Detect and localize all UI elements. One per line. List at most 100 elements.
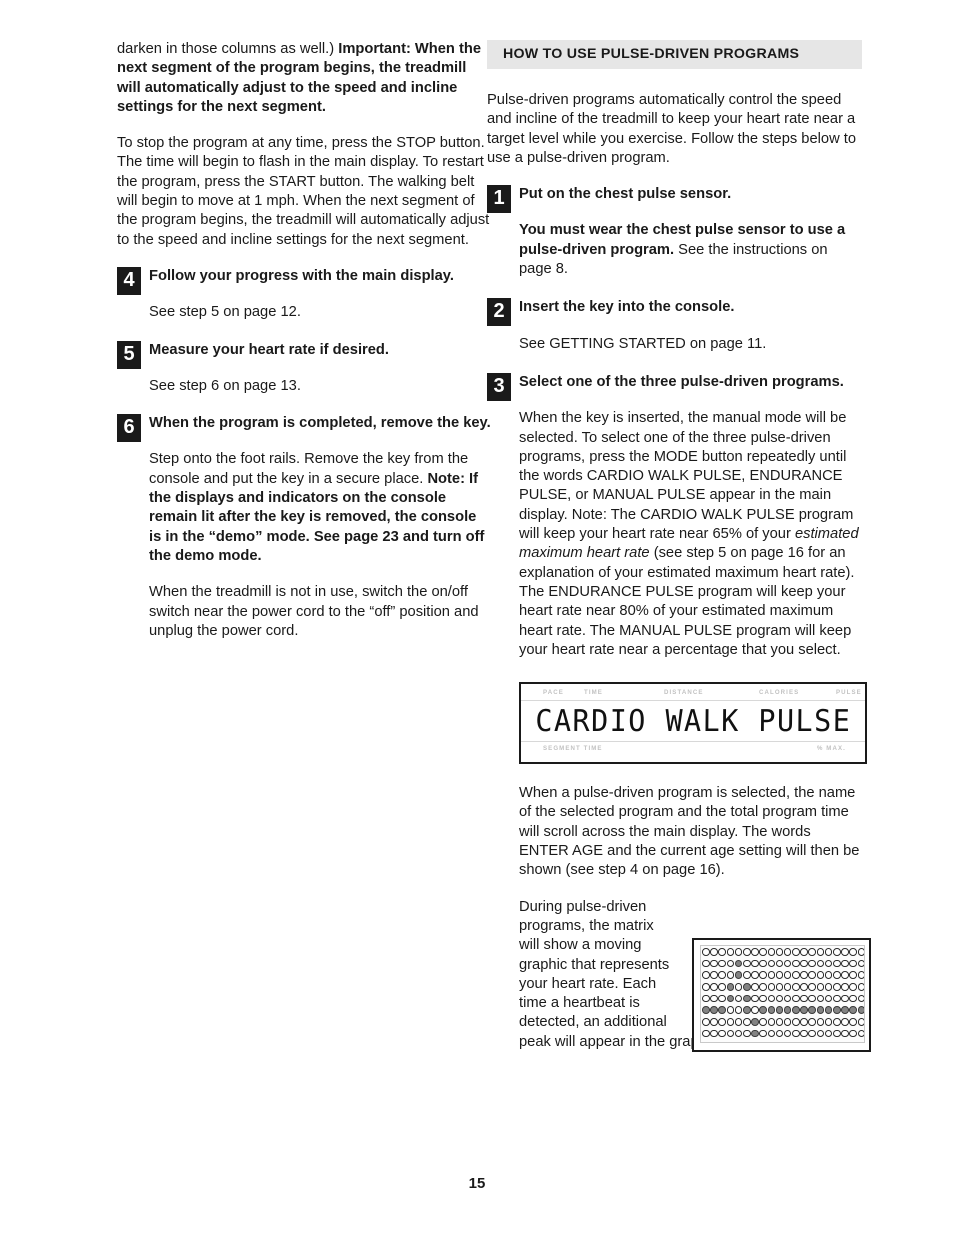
step-3-heading: Select one of the three pulse-driven pro… [519, 373, 844, 390]
step-5-number: 5 [117, 340, 141, 369]
matrix-dot [849, 959, 857, 968]
matrix-dot [726, 948, 735, 956]
matrix-dot [792, 959, 800, 968]
matrix-dot [726, 959, 735, 968]
matrix-dot [841, 983, 849, 991]
matrix-dot [857, 948, 864, 956]
step-2-body: See GETTING STARTED on page 11. [519, 335, 767, 352]
matrix-dot [702, 983, 710, 991]
matrix-dot [841, 1029, 849, 1038]
section-heading-pulse-driven: HOW TO USE PULSE-DRIVEN PROGRAMS [487, 40, 862, 69]
matrix-dot [816, 1006, 825, 1015]
matrix-dot [702, 1018, 710, 1026]
matrix-dot [849, 971, 857, 979]
matrix-dot [742, 983, 751, 991]
matrix-dot [702, 1029, 710, 1038]
step-1: 1 Put on the chest pulse sensor. You mus… [487, 185, 862, 279]
left-column: darken in those columns as well.) Import… [117, 40, 492, 657]
matrix-dot [783, 959, 792, 968]
matrix-dot [816, 983, 825, 991]
step-1-body: You must wear the chest pulse sensor to … [519, 221, 862, 279]
matrix-dot [710, 983, 718, 991]
step-1-heading: Put on the chest pulse sensor. [519, 186, 732, 203]
matrix-dot [833, 1018, 841, 1026]
matrix-dot [751, 1006, 759, 1015]
matrix-dot [857, 971, 864, 979]
matrix-dot [767, 1006, 776, 1015]
matrix-dot [775, 948, 784, 956]
step-3-number: 3 [487, 372, 511, 401]
step-3-body-part-1: When the key is inserted, the manual mod… [519, 410, 854, 543]
matrix-dot [792, 994, 800, 1003]
matrix-dot [734, 994, 743, 1003]
matrix-dot [833, 1029, 841, 1038]
matrix-dot [857, 1029, 864, 1038]
matrix-dot [841, 994, 849, 1003]
matrix-dot [751, 948, 759, 956]
matrix-dot [718, 959, 726, 968]
dot-matrix-grid [702, 948, 864, 1042]
matrix-dot [783, 994, 792, 1003]
matrix-dot [767, 1029, 776, 1038]
step-6-block: 6 When the program is completed, remove … [117, 414, 492, 641]
matrix-dot [808, 1018, 817, 1026]
matrix-dot [824, 983, 833, 991]
matrix-dot [718, 983, 726, 991]
matrix-dot [816, 994, 825, 1003]
matrix-dot [751, 994, 759, 1003]
matrix-dot [816, 1029, 825, 1038]
step-5-body: See step 6 on page 13. [149, 377, 301, 394]
matrix-dot [775, 1018, 784, 1026]
matrix-dot [759, 1018, 767, 1026]
matrix-dot [775, 959, 784, 968]
step-4-body: See step 5 on page 12. [149, 304, 301, 321]
matrix-dot [718, 994, 726, 1003]
matrix-dot [702, 959, 710, 968]
matrix-dot [710, 971, 718, 979]
console-lcd-text: CARDIO WALK PULSE [534, 703, 852, 739]
matrix-dot [824, 1006, 833, 1015]
matrix-dot [808, 1029, 817, 1038]
step-6: 6 When the program is completed, remove … [117, 414, 492, 641]
matrix-dot [702, 994, 710, 1003]
document-page: darken in those columns as well.) Import… [0, 0, 954, 1235]
matrix-dot [751, 1029, 759, 1038]
step-5: 5 Measure your heart rate if desired. Se… [117, 340, 492, 397]
matrix-dot [808, 994, 817, 1003]
matrix-dot [710, 959, 718, 968]
matrix-dot [742, 994, 751, 1003]
matrix-dot [816, 1018, 825, 1026]
step-2-heading: Insert the key into the console. [519, 299, 735, 316]
paragraph-pulse-intro: Pulse-driven programs automatically cont… [487, 92, 857, 166]
matrix-dot [742, 1018, 751, 1026]
matrix-dot [849, 948, 857, 956]
matrix-dot [767, 1018, 776, 1026]
matrix-dot [857, 983, 864, 991]
step-3-body-part-2: (see step 5 on page 16 for an explanatio… [519, 545, 855, 658]
matrix-dot [734, 1018, 743, 1026]
matrix-dot [702, 1006, 710, 1015]
matrix-dot [808, 983, 817, 991]
matrix-dot [718, 1018, 726, 1026]
step-4-number: 4 [117, 266, 141, 295]
matrix-dot [808, 948, 817, 956]
matrix-dot [734, 971, 743, 979]
dot-matrix-inner-frame [700, 945, 865, 1043]
matrix-dot [833, 994, 841, 1003]
matrix-dot [849, 983, 857, 991]
matrix-dot [824, 948, 833, 956]
step-3: 3 Select one of the three pulse-driven p… [487, 372, 862, 660]
matrix-dot [759, 983, 767, 991]
matrix-dot [808, 971, 817, 979]
step-6-number: 6 [117, 414, 141, 443]
matrix-dot [718, 1029, 726, 1038]
matrix-dot [824, 971, 833, 979]
matrix-dot [792, 1006, 800, 1015]
matrix-dot [759, 1029, 767, 1038]
matrix-dot [742, 971, 751, 979]
matrix-dot [857, 959, 864, 968]
matrix-dot [759, 959, 767, 968]
matrix-dot [767, 959, 776, 968]
matrix-dot [841, 1006, 849, 1015]
matrix-dot [783, 1018, 792, 1026]
